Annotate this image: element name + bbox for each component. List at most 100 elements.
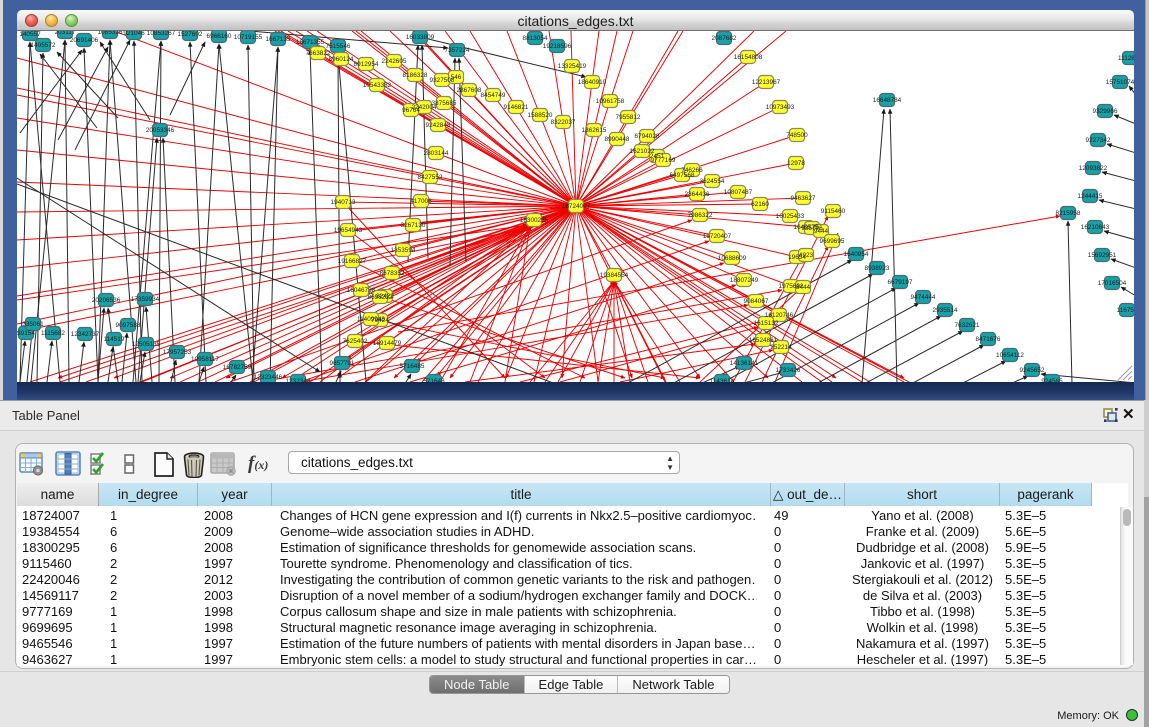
svg-text:1112843: 1112843 bbox=[1118, 55, 1134, 62]
svg-text:15720407: 15720407 bbox=[703, 233, 732, 240]
svg-text:3267130: 3267130 bbox=[401, 222, 426, 229]
svg-text:116753: 116753 bbox=[1117, 307, 1134, 314]
svg-text:335061: 335061 bbox=[22, 321, 44, 328]
svg-text:2867608: 2867608 bbox=[457, 87, 482, 94]
svg-text:1640954: 1640954 bbox=[844, 251, 869, 258]
svg-text:746266: 746266 bbox=[681, 167, 703, 174]
svg-text:10654112: 10654112 bbox=[996, 352, 1024, 359]
svg-text:1615132: 1615132 bbox=[754, 320, 779, 327]
svg-text:2087682: 2087682 bbox=[712, 35, 737, 42]
svg-text:417006: 417006 bbox=[410, 198, 432, 205]
svg-text:10853267: 10853267 bbox=[147, 31, 176, 37]
svg-text:19166827: 19166827 bbox=[338, 258, 367, 265]
svg-text:8444: 8444 bbox=[796, 284, 811, 291]
svg-text:3624554: 3624554 bbox=[700, 178, 725, 185]
svg-text:7632621: 7632621 bbox=[955, 322, 980, 329]
svg-text:2935514: 2935514 bbox=[933, 307, 958, 314]
svg-text:12342737: 12342737 bbox=[71, 331, 100, 338]
svg-text:16914479: 16914479 bbox=[373, 340, 402, 347]
svg-text:19654943: 19654943 bbox=[334, 227, 363, 234]
svg-text:1244415: 1244415 bbox=[1078, 193, 1103, 200]
svg-text:9777169: 9777169 bbox=[651, 157, 676, 164]
svg-text:16524861: 16524861 bbox=[749, 337, 778, 344]
svg-text:7663822: 7663822 bbox=[306, 50, 331, 57]
svg-text:1527602: 1527602 bbox=[178, 31, 203, 38]
svg-text:8454749: 8454749 bbox=[481, 92, 506, 99]
svg-text:10025433: 10025433 bbox=[776, 213, 805, 220]
svg-text:9146821: 9146821 bbox=[504, 104, 529, 111]
svg-text:8186328: 8186328 bbox=[403, 72, 428, 79]
svg-text:10807487: 10807487 bbox=[724, 189, 753, 196]
svg-text:9084067: 9084067 bbox=[744, 298, 769, 305]
svg-text:19218596: 19218596 bbox=[543, 43, 572, 50]
svg-text:10973493: 10973493 bbox=[766, 104, 795, 111]
svg-text:12093822: 12093822 bbox=[1079, 165, 1108, 172]
svg-text:8960124: 8960124 bbox=[329, 56, 354, 63]
svg-text:8678352: 8678352 bbox=[380, 270, 405, 277]
svg-text:6794028: 6794028 bbox=[635, 133, 660, 140]
svg-text:20053346: 20053346 bbox=[146, 127, 175, 134]
svg-text:20691406: 20691406 bbox=[70, 37, 99, 44]
svg-text:7955812: 7955812 bbox=[616, 114, 641, 121]
svg-text:8427552: 8427552 bbox=[418, 174, 443, 181]
svg-text:10961758: 10961758 bbox=[596, 98, 625, 105]
svg-text:2803144: 2803144 bbox=[424, 150, 449, 157]
svg-text:9463627: 9463627 bbox=[791, 195, 816, 202]
svg-text:13325419: 13325419 bbox=[558, 63, 587, 70]
svg-text:9657791: 9657791 bbox=[330, 360, 355, 367]
svg-text:1362615: 1362615 bbox=[582, 127, 607, 134]
svg-text:2242605: 2242605 bbox=[382, 58, 407, 65]
svg-text:12505135: 12505135 bbox=[132, 341, 161, 348]
svg-text:252214: 252214 bbox=[770, 344, 792, 351]
svg-text:11409948: 11409948 bbox=[357, 316, 385, 323]
svg-text:921046: 921046 bbox=[123, 31, 145, 37]
svg-text:10958117: 10958117 bbox=[191, 356, 219, 363]
svg-text:7986322: 7986322 bbox=[688, 212, 713, 219]
svg-text:10688609: 10688609 bbox=[718, 255, 747, 262]
svg-text:16782759: 16782759 bbox=[223, 364, 252, 371]
svg-text:96764: 96764 bbox=[402, 107, 420, 114]
svg-text:9115460: 9115460 bbox=[821, 208, 846, 215]
svg-text:140557: 140557 bbox=[19, 31, 41, 38]
svg-text:5716485: 5716485 bbox=[400, 363, 425, 370]
svg-text:7515546: 7515546 bbox=[326, 43, 351, 50]
svg-text:8813054: 8813054 bbox=[523, 35, 548, 42]
svg-text:15692951: 15692951 bbox=[1088, 252, 1117, 259]
svg-text:12978: 12978 bbox=[787, 160, 805, 167]
svg-text:9097588: 9097588 bbox=[116, 322, 141, 329]
svg-text:62160: 62160 bbox=[751, 201, 769, 208]
svg-text:16046738: 16046738 bbox=[347, 287, 376, 294]
svg-text:4923: 4923 bbox=[799, 252, 814, 259]
svg-text:1940713: 1940713 bbox=[331, 199, 356, 206]
svg-text:748500: 748500 bbox=[786, 132, 808, 139]
svg-text:9444: 9444 bbox=[814, 228, 829, 235]
svg-text:546: 546 bbox=[451, 74, 462, 81]
svg-text:9242848: 9242848 bbox=[426, 122, 451, 129]
svg-text:1353594: 1353594 bbox=[391, 247, 416, 254]
svg-text:17957253: 17957253 bbox=[163, 349, 192, 356]
svg-text:10719155: 10719155 bbox=[234, 34, 263, 41]
svg-text:16210643: 16210643 bbox=[1081, 224, 1110, 231]
svg-text:8215958: 8215958 bbox=[1056, 210, 1081, 217]
svg-text:9699695: 9699695 bbox=[820, 238, 845, 245]
svg-text:12323446: 12323446 bbox=[254, 374, 283, 381]
svg-text:9474444: 9474444 bbox=[911, 294, 936, 301]
svg-text:8990448: 8990448 bbox=[605, 136, 630, 143]
svg-text:7625402: 7625402 bbox=[343, 338, 368, 345]
svg-text:14136141: 14136141 bbox=[730, 360, 759, 367]
svg-text:114519: 114519 bbox=[104, 336, 125, 343]
svg-text:1115682: 1115682 bbox=[41, 330, 65, 337]
svg-text:2364436: 2364436 bbox=[685, 191, 710, 198]
svg-text:8698222: 8698222 bbox=[368, 294, 393, 301]
svg-text:10543382: 10543382 bbox=[363, 82, 392, 89]
svg-text:20206536: 20206536 bbox=[92, 297, 121, 304]
svg-text:18724007: 18724007 bbox=[562, 203, 591, 210]
svg-text:16671355: 16671355 bbox=[296, 39, 325, 46]
svg-text:17359934: 17359934 bbox=[131, 296, 160, 303]
svg-text:203117: 203117 bbox=[55, 31, 76, 36]
svg-text:1667135: 1667135 bbox=[266, 36, 291, 43]
svg-text:9227342: 9227342 bbox=[1086, 137, 1111, 144]
svg-text:19384554: 19384554 bbox=[600, 272, 629, 279]
svg-text:39154: 39154 bbox=[17, 330, 35, 337]
svg-text:8938923: 8938923 bbox=[865, 265, 890, 272]
